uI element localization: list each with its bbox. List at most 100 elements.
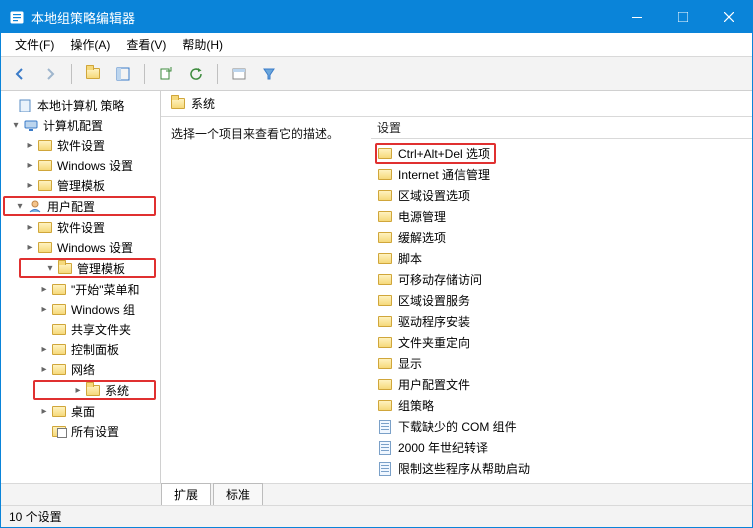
list-column-header[interactable]: 设置 — [371, 117, 752, 139]
minimize-button[interactable] — [614, 1, 660, 33]
folder-icon — [378, 316, 392, 327]
list-item[interactable]: 区域设置服务 — [371, 290, 752, 311]
list-item[interactable]: Ctrl+Alt+Del 选项 — [371, 143, 752, 164]
list-item[interactable]: 下载缺少的 COM 组件 — [371, 416, 752, 437]
tree-item[interactable]: ▸桌面 — [1, 401, 160, 421]
computer-icon — [23, 117, 39, 133]
user-icon — [27, 198, 43, 214]
menu-file[interactable]: 文件(F) — [7, 34, 62, 55]
list-item[interactable]: 2000 年世纪转译 — [371, 437, 752, 458]
tree-item[interactable]: ▸软件设置 — [1, 217, 160, 237]
tree-item[interactable]: ▸控制面板 — [1, 339, 160, 359]
tree-item[interactable]: ▸"开始"菜单和 — [1, 279, 160, 299]
tree-item[interactable]: ▸Windows 设置 — [1, 155, 160, 175]
list-item-label: 下载缺少的 COM 组件 — [398, 418, 517, 435]
right-heading: 系统 — [191, 95, 215, 112]
tree-computer-config[interactable]: ▾计算机配置 — [1, 115, 160, 135]
tree-item[interactable]: ▸Windows 组 — [1, 299, 160, 319]
show-tree-button[interactable] — [110, 61, 136, 87]
folder-icon — [171, 98, 185, 109]
menu-action[interactable]: 操作(A) — [62, 34, 118, 55]
main-body: 本地计算机 策略 ▾计算机配置 ▸软件设置 ▸Windows 设置 ▸管理模板 … — [1, 91, 752, 483]
list-item[interactable]: 脚本 — [371, 248, 752, 269]
tree-panel[interactable]: 本地计算机 策略 ▾计算机配置 ▸软件设置 ▸Windows 设置 ▸管理模板 … — [1, 91, 161, 483]
tree-root[interactable]: 本地计算机 策略 — [1, 95, 160, 115]
setting-icon — [379, 420, 391, 434]
tree-item[interactable]: ▸软件设置 — [1, 135, 160, 155]
policy-icon — [17, 97, 33, 113]
list-item[interactable]: 显示 — [371, 353, 752, 374]
refresh-button[interactable] — [183, 61, 209, 87]
toolbar-separator — [71, 64, 72, 84]
tree-item[interactable]: ▸Windows 设置 — [1, 237, 160, 257]
tree-system[interactable]: ▸系统 — [33, 380, 156, 400]
back-button[interactable] — [7, 61, 33, 87]
list-item-label: 可移动存储访问 — [398, 271, 482, 288]
toolbar-separator — [217, 64, 218, 84]
list-item[interactable]: Internet 通信管理 — [371, 164, 752, 185]
setting-icon — [379, 441, 391, 455]
toolbar — [1, 57, 752, 91]
description-pane: 选择一个项目来查看它的描述。 — [161, 117, 371, 483]
folder-icon — [378, 211, 392, 222]
highlighted-item[interactable]: Ctrl+Alt+Del 选项 — [375, 143, 496, 164]
forward-button[interactable] — [37, 61, 63, 87]
list-item-label: 2000 年世纪转译 — [398, 439, 488, 456]
statusbar: 10 个设置 — [1, 505, 752, 527]
list-item[interactable]: 文件夹重定向 — [371, 332, 752, 353]
list-item-label: 限制这些程序从帮助启动 — [398, 460, 530, 477]
list-item[interactable]: 限制这些程序从帮助启动 — [371, 458, 752, 479]
tree-user-config[interactable]: ▾用户配置 — [3, 196, 156, 216]
folder-icon — [378, 337, 392, 348]
folder-icon — [378, 400, 392, 411]
tree-item[interactable]: ▸管理模板 — [1, 175, 160, 195]
folder-icon — [378, 358, 392, 369]
list-item-label: 用户配置文件 — [398, 376, 470, 393]
items-list[interactable]: Ctrl+Alt+Del 选项 Internet 通信管理区域设置选项电源管理缓解… — [371, 139, 752, 483]
list-item-label: 区域设置选项 — [398, 187, 470, 204]
list-item[interactable]: 组策略 — [371, 395, 752, 416]
folder-icon — [378, 232, 392, 243]
titlebar: 本地组策略编辑器 — [1, 1, 752, 33]
list-item[interactable]: 区域设置选项 — [371, 185, 752, 206]
tab-standard[interactable]: 标准 — [213, 483, 263, 505]
list-item-label: 脚本 — [398, 250, 422, 267]
filter-button[interactable] — [256, 61, 282, 87]
maximize-button[interactable] — [660, 1, 706, 33]
folder-icon — [378, 295, 392, 306]
folder-icon — [378, 379, 392, 390]
folder-icon — [378, 253, 392, 264]
list-item-label: 文件夹重定向 — [398, 334, 470, 351]
window: 本地组策略编辑器 文件(F) 操作(A) 查看(V) 帮助(H) 本地计算机 策… — [0, 0, 753, 528]
folder-icon — [378, 274, 392, 285]
up-button[interactable] — [80, 61, 106, 87]
tree-item[interactable]: 所有设置 — [1, 421, 160, 441]
setting-icon — [379, 462, 391, 476]
export-button[interactable] — [153, 61, 179, 87]
tab-extended[interactable]: 扩展 — [161, 483, 211, 505]
menu-help[interactable]: 帮助(H) — [174, 34, 231, 55]
tree-admin-templates[interactable]: ▾管理模板 — [19, 258, 156, 278]
folder-icon — [378, 169, 392, 180]
list-pane: 设置 Ctrl+Alt+Del 选项 Internet 通信管理区域设置选项电源管… — [371, 117, 752, 483]
list-item[interactable]: 用户配置文件 — [371, 374, 752, 395]
folder-icon — [378, 148, 392, 159]
list-item[interactable]: 驱动程序安装 — [371, 311, 752, 332]
right-panel: 系统 选择一个项目来查看它的描述。 设置 Ctrl+Alt+Del 选项 Inte… — [161, 91, 752, 483]
list-item-label: 驱动程序安装 — [398, 313, 470, 330]
menu-view[interactable]: 查看(V) — [118, 34, 174, 55]
menubar: 文件(F) 操作(A) 查看(V) 帮助(H) — [1, 33, 752, 57]
status-text: 10 个设置 — [9, 508, 62, 525]
toolbar-separator — [144, 64, 145, 84]
properties-button[interactable] — [226, 61, 252, 87]
list-item[interactable]: 可移动存储访问 — [371, 269, 752, 290]
window-title: 本地组策略编辑器 — [31, 8, 614, 27]
tab-strip: 扩展 标准 — [1, 483, 752, 505]
tree-item[interactable]: 共享文件夹 — [1, 319, 160, 339]
list-item[interactable]: 缓解选项 — [371, 227, 752, 248]
tree-item[interactable]: ▸网络 — [1, 359, 160, 379]
list-item[interactable]: 电源管理 — [371, 206, 752, 227]
list-item-label: Internet 通信管理 — [398, 166, 490, 183]
close-button[interactable] — [706, 1, 752, 33]
description-text: 选择一个项目来查看它的描述。 — [171, 127, 339, 141]
